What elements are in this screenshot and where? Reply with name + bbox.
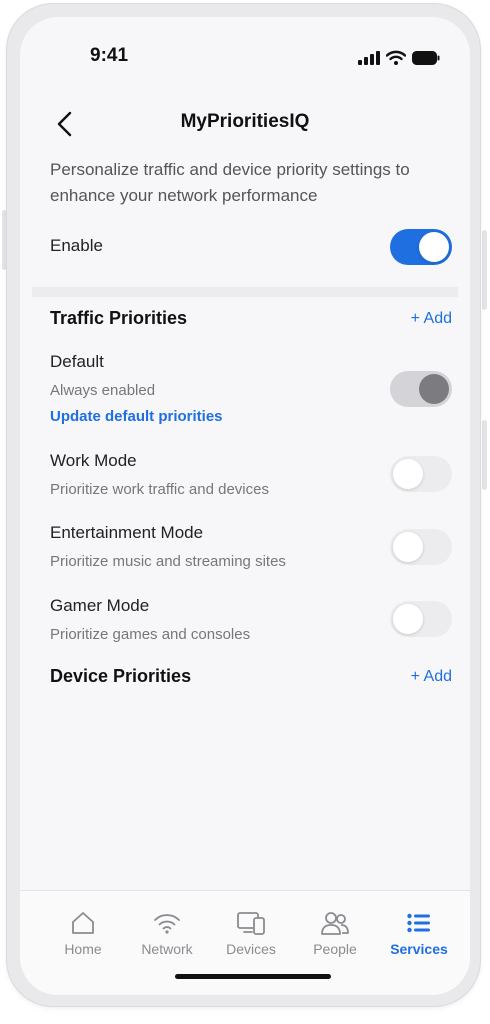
wifi-icon <box>154 914 180 934</box>
default-mode-title: Default <box>50 352 104 371</box>
cellular-signal-icon <box>358 50 380 65</box>
section-divider <box>32 287 458 297</box>
work-mode-toggle[interactable] <box>390 456 452 492</box>
enable-label: Enable <box>50 236 103 255</box>
traffic-priorities-heading: Traffic Priorities <box>50 308 188 328</box>
entertainment-mode-subtitle: Prioritize music and streaming sites <box>50 553 286 570</box>
tab-devices-label: Devices <box>226 941 276 957</box>
page-description: Personalize traffic and device priority … <box>50 160 410 205</box>
people-icon <box>321 912 349 935</box>
work-mode-title: Work Mode <box>50 451 137 470</box>
tab-people[interactable]: People <box>295 909 375 957</box>
list-icon <box>407 913 430 933</box>
app-screen: 9:41 MyPrioritiesIQ Personalize traffic … <box>20 17 470 995</box>
default-mode-subtitle: Always enabled <box>50 382 156 399</box>
status-icons <box>358 50 440 65</box>
home-icon <box>72 912 94 934</box>
gamer-mode-title: Gamer Mode <box>50 596 150 615</box>
home-indicator <box>175 974 331 979</box>
tab-people-label: People <box>313 941 357 957</box>
entertainment-mode-title: Entertainment Mode <box>50 523 204 542</box>
bottom-tab-bar: Home Network Devices People Services <box>20 890 470 995</box>
status-time: 9:41 <box>90 45 129 66</box>
enable-toggle[interactable] <box>390 229 452 265</box>
nav-header: MyPrioritiesIQ <box>20 105 470 145</box>
entertainment-mode-toggle[interactable] <box>390 529 452 565</box>
work-mode-subtitle: Prioritize work traffic and devices <box>50 481 269 498</box>
tab-network-label: Network <box>141 941 193 957</box>
gamer-mode-toggle[interactable] <box>390 601 452 637</box>
add-traffic-priority-link[interactable]: + Add <box>411 310 452 328</box>
device-priorities-heading: Device Priorities <box>50 666 192 686</box>
page-title: MyPrioritiesIQ <box>180 111 310 132</box>
battery-icon <box>412 50 440 65</box>
add-device-priority-link[interactable]: + Add <box>411 668 452 686</box>
side-button <box>482 230 487 310</box>
tab-services-label: Services <box>390 941 448 957</box>
devices-icon <box>237 912 265 935</box>
default-mode-toggle[interactable] <box>390 371 452 407</box>
tab-devices[interactable]: Devices <box>211 909 291 957</box>
wifi-status-icon <box>386 50 406 65</box>
phone-frame: 9:41 MyPrioritiesIQ Personalize traffic … <box>7 4 480 1006</box>
side-button <box>482 420 487 490</box>
status-bar: 9:41 <box>20 45 470 69</box>
tab-home[interactable]: Home <box>43 909 123 957</box>
tab-home-label: Home <box>64 941 102 957</box>
tab-network[interactable]: Network <box>127 909 207 957</box>
update-default-priorities-link[interactable]: Update default priorities <box>50 408 223 425</box>
tab-services[interactable]: Services <box>379 909 459 957</box>
gamer-mode-subtitle: Prioritize games and consoles <box>50 626 251 643</box>
